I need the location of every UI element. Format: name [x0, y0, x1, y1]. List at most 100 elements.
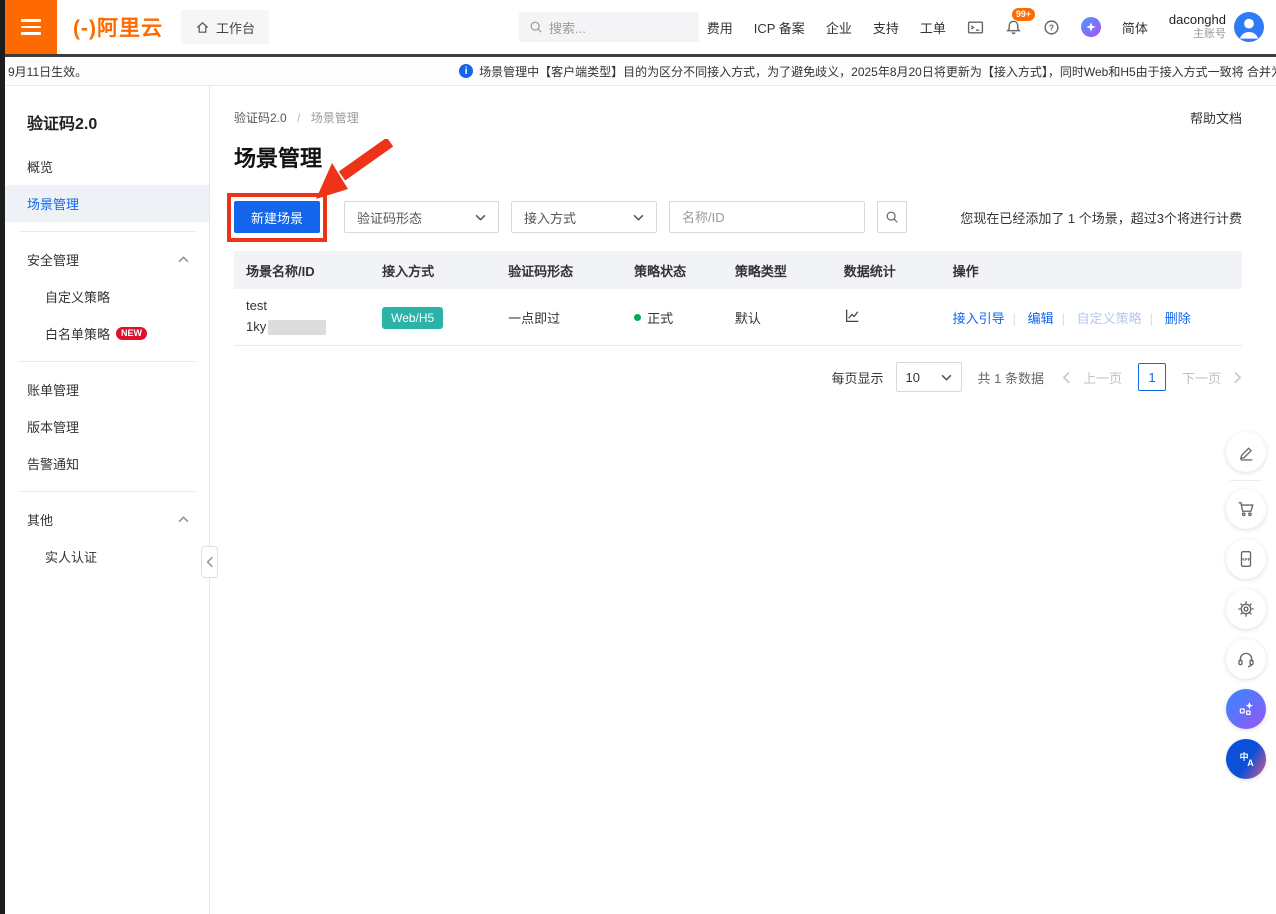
account-info[interactable]: daconghd 主账号 [1169, 12, 1264, 42]
sidebar-item-scene-management[interactable]: 场景管理 [5, 185, 209, 222]
top-header: (-)阿里云 工作台 搜索... 费用 ICP 备案 企业 支持 工单 99+ [5, 0, 1276, 54]
banner-message: 场景管理中【客户端类型】目的为区分不同接入方式，为了避免歧义，2025年8月20… [479, 63, 1276, 80]
chevron-left-icon [1062, 371, 1071, 384]
feedback-pencil-button[interactable] [1226, 432, 1266, 472]
prev-arrow[interactable] [1062, 371, 1071, 384]
quota-text: 您现在已经添加了 1 个场景，超过3个将进行计费 [960, 208, 1242, 227]
help-doc-link[interactable]: 帮助文档 [1190, 108, 1242, 127]
sidebar-group-security-label: 安全管理 [27, 250, 79, 269]
chevron-up-icon [178, 516, 189, 523]
sidebar-item-real-person[interactable]: 实人认证 [5, 538, 209, 575]
headset-icon [1237, 650, 1255, 668]
sidebar-item-billing[interactable]: 账单管理 [5, 371, 209, 408]
per-page-label: 每页显示 [831, 368, 883, 387]
table-header: 场景名称/ID 接入方式 验证码形态 策略状态 策略类型 数据统计 操作 [234, 251, 1242, 289]
app-window: (-)阿里云 工作台 搜索... 费用 ICP 备案 企业 支持 工单 99+ [0, 0, 1276, 914]
sidebar-group-security[interactable]: 安全管理 [5, 241, 209, 278]
total-count: 共 1 条数据 [978, 368, 1044, 387]
stats-chart-icon[interactable] [844, 307, 861, 324]
action-separator: | [1013, 311, 1016, 326]
access-type-filter-label: 接入方式 [524, 208, 576, 227]
workspace-button[interactable]: 工作台 [181, 10, 269, 44]
ai-sparkle-icon [1237, 700, 1255, 718]
new-scene-button[interactable]: 新建场景 [234, 201, 320, 233]
toolbar: 新建场景 验证码形态 接入方式 [234, 201, 1242, 233]
global-search-placeholder: 搜索... [549, 18, 586, 37]
chevron-down-icon [941, 374, 952, 381]
assistant-icon[interactable] [1081, 17, 1101, 37]
global-search[interactable]: 搜索... [519, 12, 699, 42]
table-search-button[interactable] [877, 201, 907, 233]
translate-icon: 中A [1237, 750, 1256, 769]
header-nav: 费用 ICP 备案 企业 支持 工单 99+ ? 简体 [707, 12, 1276, 42]
access-type-badge: Web/H5 [382, 307, 443, 329]
nav-support[interactable]: 支持 [873, 18, 899, 37]
app-download-button[interactable]: APP [1226, 539, 1266, 579]
action-custom-policy[interactable]: 自定义策略 [1077, 311, 1142, 326]
nav-enterprise[interactable]: 企业 [826, 18, 852, 37]
captcha-type-filter[interactable]: 验证码形态 [344, 201, 499, 233]
nav-icp[interactable]: ICP 备案 [754, 18, 805, 37]
announcement-banner: 9月11日生效。 i 场景管理中【客户端类型】目的为区分不同接入方式，为了避免歧… [5, 57, 1276, 86]
scene-table: 场景名称/ID 接入方式 验证码形态 策略状态 策略类型 数据统计 操作 tes… [234, 251, 1242, 346]
search-icon [529, 20, 543, 34]
col-stats: 数据统计 [832, 261, 941, 280]
app-icon: APP [1237, 550, 1255, 568]
nav-billing[interactable]: 费用 [707, 18, 733, 37]
sidebar-group-other-label: 其他 [27, 510, 53, 529]
cart-button[interactable] [1226, 489, 1266, 529]
support-button[interactable] [1226, 639, 1266, 679]
sidebar-item-whitelist-policy[interactable]: 白名单策略 NEW [5, 315, 209, 352]
sidebar-divider [19, 231, 195, 232]
breadcrumb-root[interactable]: 验证码2.0 [234, 111, 287, 125]
bell-icon [1005, 19, 1022, 36]
per-page-select[interactable]: 10 [896, 362, 962, 392]
floating-toolbar: APP 中A [1226, 432, 1266, 789]
sidebar-item-overview[interactable]: 概览 [5, 148, 209, 185]
account-role: 主账号 [1169, 28, 1226, 42]
action-access-guide[interactable]: 接入引导 [953, 311, 1005, 326]
sidebar-item-alert[interactable]: 告警通知 [5, 445, 209, 482]
col-actions: 操作 [941, 261, 1242, 280]
col-captcha-type: 验证码形态 [496, 261, 622, 280]
access-type-filter[interactable]: 接入方式 [511, 201, 657, 233]
pagination: 每页显示 10 共 1 条数据 上一页 1 下一页 [234, 362, 1242, 392]
cloudshell-terminal-icon[interactable] [967, 19, 984, 36]
translate-button[interactable]: 中A [1226, 739, 1266, 779]
gear-icon [1237, 600, 1255, 618]
action-delete[interactable]: 删除 [1165, 311, 1191, 326]
workspace-label: 工作台 [216, 18, 255, 37]
settings-button[interactable] [1226, 589, 1266, 629]
new-badge: NEW [116, 327, 147, 340]
chevron-down-icon [475, 214, 486, 221]
notifications-bell[interactable]: 99+ [1005, 19, 1022, 36]
col-access-type: 接入方式 [370, 261, 496, 280]
per-page-value: 10 [906, 370, 920, 385]
info-icon: i [459, 64, 473, 78]
main-content: 验证码2.0 / 场景管理 帮助文档 场景管理 新建场景 验证码形态 [210, 86, 1276, 914]
aliyun-logo[interactable]: (-)阿里云 [57, 12, 181, 42]
next-arrow[interactable] [1233, 371, 1242, 384]
sidebar-collapse-handle[interactable] [201, 546, 218, 578]
ai-assistant-button[interactable] [1226, 689, 1266, 729]
current-page[interactable]: 1 [1138, 363, 1166, 391]
svg-text:A: A [1247, 758, 1254, 768]
hamburger-menu-button[interactable] [5, 0, 57, 54]
name-id-input[interactable] [669, 201, 865, 233]
avatar[interactable] [1234, 12, 1264, 42]
sidebar-item-custom-policy[interactable]: 自定义策略 [5, 278, 209, 315]
sidebar-item-version[interactable]: 版本管理 [5, 408, 209, 445]
sidebar-divider [19, 361, 195, 362]
next-page-button[interactable]: 下一页 [1182, 368, 1221, 387]
action-edit[interactable]: 编辑 [1028, 311, 1054, 326]
col-policy-type: 策略类型 [723, 261, 832, 280]
language-switcher[interactable]: 简体 [1122, 18, 1148, 37]
prev-page-button[interactable]: 上一页 [1083, 368, 1122, 387]
pencil-icon [1238, 444, 1255, 461]
scene-id-prefix: 1ky [246, 317, 266, 338]
col-scene-name: 场景名称/ID [234, 261, 370, 280]
nav-tickets[interactable]: 工单 [920, 18, 946, 37]
captcha-type-filter-label: 验证码形态 [357, 208, 422, 227]
help-icon[interactable]: ? [1043, 19, 1060, 36]
sidebar-group-other[interactable]: 其他 [5, 501, 209, 538]
